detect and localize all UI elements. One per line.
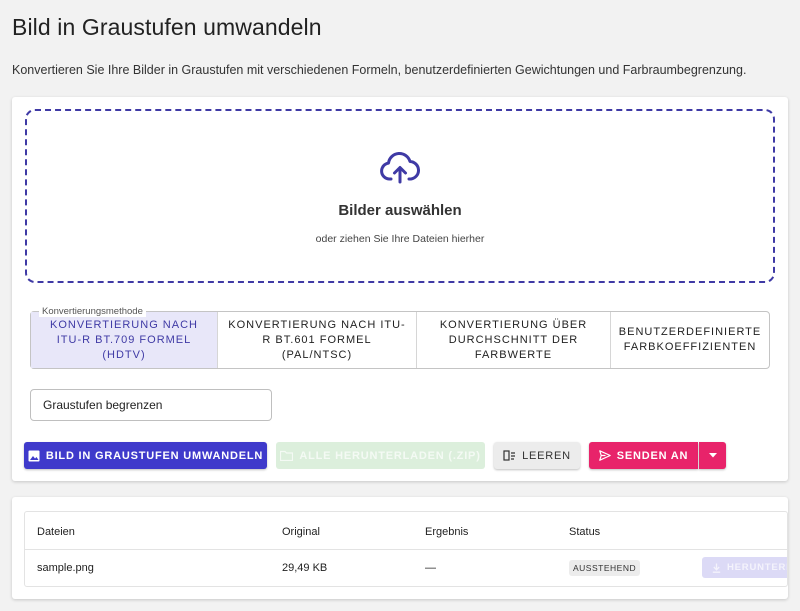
table-header-status: Status: [569, 526, 601, 538]
file-name-cell: sample.png: [37, 562, 94, 574]
page-title: Bild in Graustufen umwandeln: [12, 14, 322, 40]
table-header-original: Original: [282, 526, 320, 538]
files-card: Dateien Original Ergebnis Status sample.…: [12, 497, 788, 599]
send-to-button-label: SENDEN AN: [616, 449, 689, 462]
dropzone-subtitle: oder ziehen Sie Ihre Dateien hierher: [315, 233, 485, 245]
table-header-files: Dateien: [37, 526, 75, 538]
dropzone-title: Bilder auswählen: [338, 202, 462, 219]
file-dropzone[interactable]: Bilder auswählen oder ziehen Sie Ihre Da…: [25, 109, 775, 283]
files-table: Dateien Original Ergebnis Status sample.…: [24, 511, 788, 587]
row-download-button[interactable]: HERUNTERLA: [702, 557, 787, 578]
method-option-average[interactable]: KONVERTIERUNG ÜBER DURCHSCHNITT DER FARB…: [417, 312, 611, 368]
method-option-bt709[interactable]: KONVERTIERUNG NACH ITU-R BT.709 FORMEL (…: [31, 312, 218, 368]
row-download-label: HERUNTERLA: [727, 562, 787, 573]
method-option-bt601[interactable]: KONVERTIERUNG NACH ITU-R BT.601 FORMEL (…: [218, 312, 417, 368]
table-header-result: Ergebnis: [425, 526, 469, 538]
download-all-button[interactable]: ALLE HERUNTERLADEN (.ZIP): [276, 442, 485, 469]
convert-button-label: BILD IN GRAUSTUFEN UMWANDELN: [45, 449, 264, 462]
send-icon: [598, 450, 611, 461]
send-to-menu-button[interactable]: [699, 442, 726, 469]
cloud-upload-icon: [380, 152, 420, 184]
download-icon: [712, 563, 721, 573]
chevron-down-icon: [708, 453, 717, 458]
result-cell: —: [425, 562, 436, 574]
limit-grayscale-input[interactable]: Graustufen begrenzen: [30, 389, 272, 421]
clear-button[interactable]: LEEREN: [494, 442, 580, 469]
conversion-method-group: Konvertierungsmethode KONVERTIERUNG NACH…: [30, 306, 770, 369]
send-to-button[interactable]: SENDEN AN: [589, 442, 698, 469]
convert-button[interactable]: BILD IN GRAUSTUFEN UMWANDELN: [24, 442, 267, 469]
original-size-cell: 29,49 KB: [282, 562, 328, 574]
table-divider: [25, 549, 787, 550]
converter-card: Bilder auswählen oder ziehen Sie Ihre Da…: [12, 97, 788, 481]
method-option-custom[interactable]: BENUTZERDEFINIERTE FARBKOEFFIZIENTEN: [611, 312, 769, 368]
image-icon: [28, 450, 40, 461]
download-all-button-label: ALLE HERUNTERLADEN (.ZIP): [299, 449, 481, 462]
status-badge: AUSSTEHEND: [569, 560, 641, 576]
zip-folder-icon: [280, 450, 294, 461]
conversion-method-legend: Konvertierungsmethode: [39, 306, 146, 317]
clear-list-icon: [503, 450, 516, 461]
page-description: Konvertieren Sie Ihre Bilder in Graustuf…: [12, 63, 747, 77]
clear-button-label: LEEREN: [522, 449, 571, 462]
